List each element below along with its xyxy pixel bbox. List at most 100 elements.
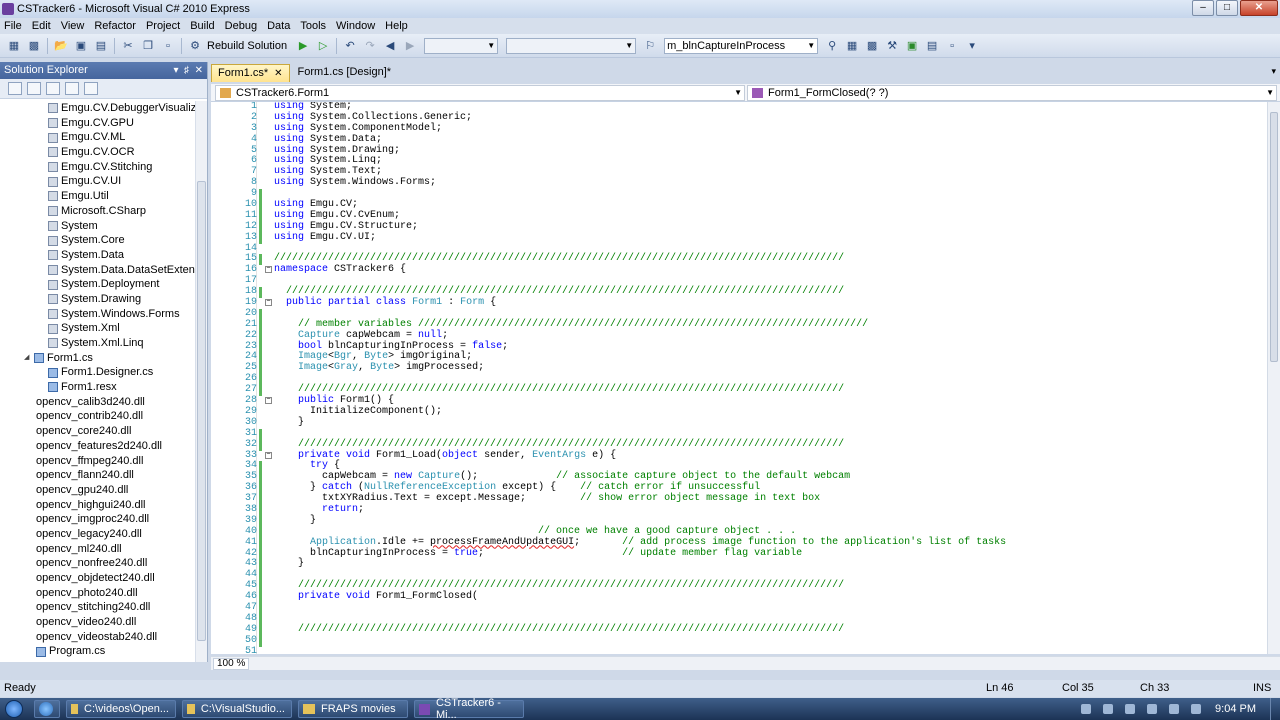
code-line[interactable]: 51 bbox=[211, 646, 1267, 654]
tree-item[interactable]: System.Xml.Linq bbox=[0, 336, 195, 351]
code-line[interactable]: 9 bbox=[211, 188, 1267, 201]
error-list-icon[interactable]: ▣ bbox=[904, 38, 920, 54]
tree-item[interactable]: Emgu.CV.Stitching bbox=[0, 160, 195, 175]
tree-item[interactable]: opencv_calib3d240.dll bbox=[0, 395, 195, 410]
tree-item[interactable]: System bbox=[0, 219, 195, 234]
member-dropdown[interactable]: Form1_FormClosed(? ?) ▼ bbox=[747, 85, 1277, 101]
collapse-region-icon[interactable]: − bbox=[265, 451, 272, 459]
tree-item[interactable]: opencv_core240.dll bbox=[0, 424, 195, 439]
menu-view[interactable]: View bbox=[57, 20, 91, 32]
code-line[interactable]: 47 bbox=[211, 602, 1267, 614]
menu-debug[interactable]: Debug bbox=[221, 20, 263, 32]
navigate-back-icon[interactable]: ◀ bbox=[382, 38, 398, 54]
code-line[interactable]: 33− private void Form1_Load(object sende… bbox=[211, 450, 1267, 462]
collapse-region-icon[interactable]: − bbox=[265, 266, 272, 274]
tray-icon[interactable] bbox=[1081, 704, 1092, 714]
code-line[interactable]: 8 using System.Windows.Forms; bbox=[211, 177, 1267, 189]
tree-item[interactable]: System.Drawing bbox=[0, 292, 195, 307]
tree-item[interactable]: Microsoft.CSharp bbox=[0, 204, 195, 219]
undo-icon[interactable]: ↶ bbox=[342, 38, 358, 54]
taskbar-button[interactable]: C:\videos\Open... bbox=[66, 700, 176, 718]
tree-item[interactable]: Form1.resx bbox=[0, 380, 195, 395]
start-page-icon[interactable]: ▫ bbox=[944, 38, 960, 54]
tree-item[interactable]: opencv_imgproc240.dll bbox=[0, 512, 195, 527]
tree-item[interactable]: System.Core bbox=[0, 233, 195, 248]
show-desktop-button[interactable] bbox=[1270, 698, 1280, 720]
toolbox-icon[interactable]: ⚒ bbox=[884, 38, 900, 54]
tab-list-icon[interactable]: ▾ bbox=[1271, 66, 1276, 77]
tree-item[interactable]: opencv_videostab240.dll bbox=[0, 630, 195, 645]
new-project-icon[interactable]: ▦ bbox=[6, 38, 22, 54]
start-debugging-icon[interactable]: ▶ bbox=[295, 38, 311, 54]
scrollbar-thumb[interactable] bbox=[1270, 112, 1278, 362]
menu-edit[interactable]: Edit bbox=[28, 20, 57, 32]
code-line[interactable]: 43 } bbox=[211, 558, 1267, 571]
code-line[interactable]: 29 InitializeComponent(); bbox=[211, 406, 1267, 418]
find-icon[interactable]: ⚲ bbox=[824, 38, 840, 54]
maximize-button[interactable]: □ bbox=[1216, 0, 1238, 16]
open-file-icon[interactable]: 📂 bbox=[53, 38, 69, 54]
navigate-forward-icon[interactable]: ▶ bbox=[402, 38, 418, 54]
view-designer-icon[interactable] bbox=[84, 82, 98, 95]
scrollbar-thumb[interactable] bbox=[197, 181, 206, 641]
view-code-icon[interactable] bbox=[65, 82, 79, 95]
start-without-debugging-icon[interactable]: ▷ bbox=[315, 38, 331, 54]
code-line[interactable]: 30 } bbox=[211, 417, 1267, 429]
save-all-icon[interactable]: ▤ bbox=[93, 38, 109, 54]
menu-tools[interactable]: Tools bbox=[296, 20, 332, 32]
properties-icon[interactable] bbox=[8, 82, 22, 95]
rebuild-solution-button[interactable]: Rebuild Solution bbox=[207, 40, 287, 52]
close-button[interactable]: ✕ bbox=[1240, 0, 1278, 16]
code-line[interactable]: 50 bbox=[211, 635, 1267, 647]
collapse-region-icon[interactable]: − bbox=[265, 397, 272, 405]
tree-item[interactable]: opencv_legacy240.dll bbox=[0, 527, 195, 542]
network-icon[interactable] bbox=[1103, 704, 1114, 714]
tree-item[interactable]: opencv_photo240.dll bbox=[0, 586, 195, 601]
type-dropdown[interactable]: CSTracker6.Form1 ▼ bbox=[215, 85, 745, 101]
tree-item[interactable]: ◢ Form1.cs bbox=[0, 351, 195, 366]
tab-close-icon[interactable]: ✕ bbox=[274, 68, 282, 79]
menu-build[interactable]: Build bbox=[186, 20, 220, 32]
tree-item[interactable]: System.Deployment bbox=[0, 277, 195, 292]
collapse-region-icon[interactable]: − bbox=[265, 299, 272, 307]
tree-item[interactable]: Emgu.Util bbox=[0, 189, 195, 204]
tree-item[interactable]: opencv_contrib240.dll bbox=[0, 409, 195, 424]
code-line[interactable]: 46 private void Form1_FormClosed( bbox=[211, 591, 1267, 604]
menu-refactor[interactable]: Refactor bbox=[90, 20, 142, 32]
minimize-button[interactable]: – bbox=[1192, 0, 1214, 16]
menu-help[interactable]: Help bbox=[381, 20, 414, 32]
solution-configuration-select[interactable]: ▼ bbox=[424, 37, 499, 54]
tree-item[interactable]: opencv_video240.dll bbox=[0, 615, 195, 630]
build-icon[interactable]: ⚙ bbox=[187, 38, 203, 54]
tab-form1-design[interactable]: Form1.cs [Design]* bbox=[292, 64, 398, 82]
menu-window[interactable]: Window bbox=[332, 20, 381, 32]
tree-item[interactable]: opencv_features2d240.dll bbox=[0, 439, 195, 454]
solution-explorer-icon[interactable]: ▦ bbox=[844, 38, 860, 54]
cut-icon[interactable]: ✂ bbox=[120, 38, 136, 54]
paste-icon[interactable]: ▫ bbox=[160, 38, 176, 54]
code-line[interactable]: 13 using Emgu.CV.UI; bbox=[211, 232, 1267, 244]
solution-scrollbar[interactable] bbox=[195, 101, 207, 662]
volume-icon[interactable] bbox=[1125, 704, 1136, 714]
taskbar-button[interactable]: FRAPS movies bbox=[298, 700, 408, 718]
tree-item[interactable]: opencv_ffmpeg240.dll bbox=[0, 454, 195, 469]
tree-item[interactable]: opencv_objdetect240.dll bbox=[0, 571, 195, 586]
save-icon[interactable]: ▣ bbox=[73, 38, 89, 54]
output-icon[interactable]: ▤ bbox=[924, 38, 940, 54]
code-line[interactable]: 38 return; bbox=[211, 504, 1267, 516]
tray-icon[interactable] bbox=[1169, 704, 1180, 714]
find-combo[interactable]: m_blnCaptureInProcess ▼ bbox=[664, 37, 819, 54]
clock[interactable]: 9:04 PM bbox=[1215, 703, 1256, 715]
tab-form1-code[interactable]: Form1.cs* ✕ bbox=[211, 64, 290, 82]
code-editor[interactable]: 1 using System; 2 using System.Collections.… bbox=[211, 102, 1267, 654]
code-line[interactable]: 19− public partial class Form1 : Form { bbox=[211, 297, 1267, 309]
properties-icon[interactable]: ▩ bbox=[864, 38, 880, 54]
menu-project[interactable]: Project bbox=[142, 20, 186, 32]
menu-data[interactable]: Data bbox=[263, 20, 296, 32]
panel-close-icon[interactable]: ✕ bbox=[195, 65, 203, 76]
tree-item[interactable]: opencv_ml240.dll bbox=[0, 542, 195, 557]
tree-item[interactable]: Program.cs bbox=[0, 644, 195, 659]
pin-icon[interactable]: ♯ bbox=[184, 65, 189, 76]
collapse-arrow-icon[interactable]: ◢ bbox=[24, 351, 32, 366]
tree-item[interactable]: opencv_highgui240.dll bbox=[0, 498, 195, 513]
